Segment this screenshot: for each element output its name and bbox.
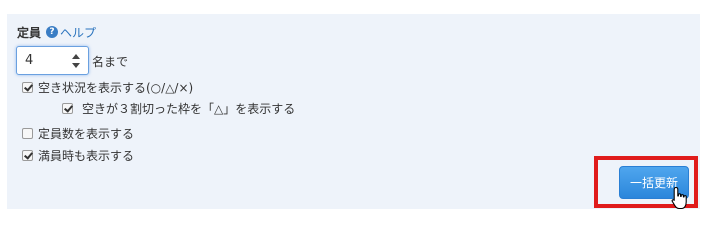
arrow-up-icon[interactable] xyxy=(72,54,80,59)
show-when-full-option[interactable]: 満員時も表示する xyxy=(22,148,135,163)
capacity-stepper[interactable]: 4 xyxy=(16,46,89,75)
show-triangle-option[interactable]: 空きが３割切った枠を「△」を表示する xyxy=(62,101,296,116)
arrow-down-icon[interactable] xyxy=(72,63,80,68)
capacity-label: 定員 xyxy=(17,25,42,40)
show-availability-option[interactable]: 空き状況を表示する(○/△/×) xyxy=(22,80,194,95)
stepper-arrows[interactable] xyxy=(71,52,81,70)
show-when-full-label: 満員時も表示する xyxy=(38,148,135,163)
show-triangle-checkbox[interactable] xyxy=(62,102,73,114)
show-capacity-count-label: 定員数を表示する xyxy=(38,126,135,141)
help-link[interactable]: ヘルプ xyxy=(60,24,96,41)
show-when-full-checkbox[interactable] xyxy=(22,149,33,161)
capacity-value[interactable]: 4 xyxy=(25,53,33,68)
show-availability-label: 空き状況を表示する(○/△/×) xyxy=(38,80,194,95)
hand-pointer-icon xyxy=(671,186,687,210)
show-availability-checkbox[interactable] xyxy=(22,81,33,93)
capacity-unit: 名まで xyxy=(92,55,129,69)
capacity-header: 定員 ? ヘルプ xyxy=(17,24,96,41)
show-triangle-label: 空きが３割切った枠を「△」を表示する xyxy=(82,101,296,116)
show-capacity-count-option[interactable]: 定員数を表示する xyxy=(22,126,135,141)
help-icon[interactable]: ? xyxy=(46,26,59,38)
show-capacity-count-checkbox[interactable] xyxy=(22,127,33,139)
